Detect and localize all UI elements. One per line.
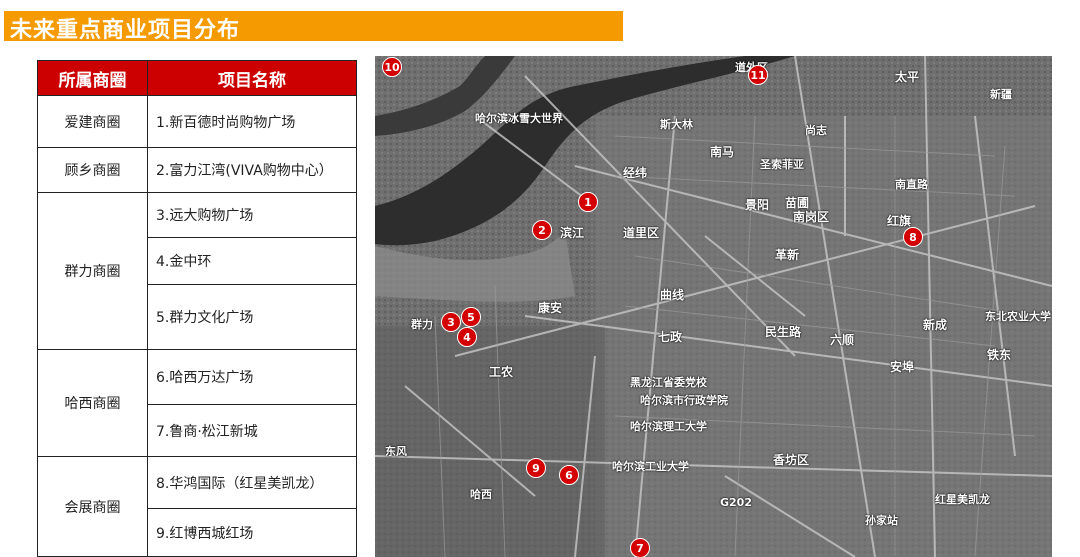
- project-cell: 8.华鸿国际（红星美凯龙）: [147, 456, 357, 509]
- map-label: 斯大林: [660, 118, 693, 131]
- map-label: 铁东: [987, 348, 1012, 362]
- map-label: 孙家站: [865, 514, 898, 527]
- map-label: 哈尔滨冰雪大世界: [475, 112, 563, 125]
- map-label: 新疆: [990, 88, 1012, 101]
- map-terrain: [375, 56, 1052, 557]
- header-project: 项目名称: [147, 60, 357, 96]
- map-label: 道里区: [623, 226, 660, 240]
- project-table: 所属商圈 项目名称 爱建商圈 1.新百德时尚购物广场 顾乡商圈 2.富力江湾(V…: [37, 60, 357, 557]
- map-label: 六顺: [830, 333, 855, 347]
- area-cell: 哈西商圈: [37, 349, 148, 457]
- map-label: 东北农业大学: [985, 310, 1051, 323]
- map-label: 红旗: [887, 214, 912, 228]
- satellite-map[interactable]: 哈尔滨冰雪大世界 斯大林 尚志 南马 经纬 道外区 太平 新疆 圣索菲亚 苗圃 …: [375, 56, 1052, 557]
- map-label: 康安: [538, 301, 563, 315]
- map-label: 七政: [658, 330, 683, 344]
- project-cell: 6.哈西万达广场: [147, 349, 357, 405]
- map-label: 群力: [411, 318, 433, 331]
- area-cell: 爱建商圈: [37, 95, 148, 148]
- map-label: 经纬: [623, 166, 648, 180]
- map-label: 圣索菲亚: [760, 158, 804, 171]
- map-label: 哈尔滨市行政学院: [640, 394, 728, 407]
- project-cell: 1.新百德时尚购物广场: [147, 95, 357, 148]
- map-marker[interactable]: 7: [630, 538, 650, 557]
- map-marker[interactable]: 3: [441, 312, 461, 332]
- project-cell: 2.富力江湾(VIVA购物中心）: [147, 147, 357, 193]
- map-label: 南岗区: [793, 210, 830, 224]
- map-label: 香坊区: [773, 453, 810, 467]
- map-label: 红星美凯龙: [935, 493, 990, 506]
- header-area: 所属商圈: [37, 60, 148, 96]
- map-label: 黑龙江省委党校: [630, 376, 707, 389]
- map-marker[interactable]: 8: [903, 227, 923, 247]
- map-label: 滨江: [560, 226, 585, 240]
- map-label: 景阳: [745, 198, 770, 212]
- map-marker[interactable]: 1: [578, 192, 598, 212]
- map-marker[interactable]: 10: [382, 57, 402, 77]
- map-label: 工农: [489, 365, 514, 379]
- title-bar: 未来重点商业项目分布: [4, 11, 623, 43]
- map-label: 东风: [385, 445, 407, 458]
- page-title: 未来重点商业项目分布: [10, 18, 241, 43]
- project-cell: 9.红博西城红场: [147, 508, 357, 557]
- map-label: 新成: [923, 318, 948, 332]
- project-cell: 3.远大购物广场: [147, 192, 357, 238]
- map-label: 哈尔滨理工大学: [630, 420, 707, 433]
- map-label: 太平: [895, 70, 920, 84]
- project-cell: 5.群力文化广场: [147, 284, 357, 350]
- map-marker[interactable]: 9: [526, 458, 546, 478]
- area-cell: 会展商圈: [37, 456, 148, 557]
- map-label: 革新: [775, 248, 800, 262]
- map-label: 南马: [710, 145, 735, 159]
- map-label: 民生路: [765, 325, 802, 339]
- table-row: 爱建商圈 1.新百德时尚购物广场: [37, 95, 357, 148]
- project-cell: 7.鲁商·松江新城: [147, 404, 357, 457]
- map-label: G202: [720, 496, 752, 509]
- area-cell: 群力商圈: [37, 192, 148, 350]
- table-row: 顾乡商圈 2.富力江湾(VIVA购物中心）: [37, 147, 357, 193]
- map-label: 哈西: [470, 488, 492, 501]
- table-row: 群力商圈 3.远大购物广场: [37, 192, 357, 350]
- map-marker[interactable]: 5: [461, 307, 481, 327]
- map-label: 曲线: [660, 288, 685, 302]
- map-label: 南直路: [895, 178, 928, 191]
- table-row: 哈西商圈 6.哈西万达广场: [37, 349, 357, 457]
- map-marker[interactable]: 6: [559, 465, 579, 485]
- map-label: 哈尔滨工业大学: [612, 460, 689, 473]
- area-cell: 顾乡商圈: [37, 147, 148, 193]
- map-marker[interactable]: 11: [748, 65, 768, 85]
- map-label: 安埠: [890, 360, 915, 374]
- map-marker[interactable]: 2: [532, 220, 552, 240]
- map-label: 尚志: [805, 124, 827, 137]
- project-cell: 4.金中环: [147, 237, 357, 285]
- table-row: 会展商圈 8.华鸿国际（红星美凯龙）: [37, 456, 357, 557]
- map-marker[interactable]: 4: [457, 327, 477, 347]
- table-header-row: 所属商圈 项目名称: [37, 60, 357, 96]
